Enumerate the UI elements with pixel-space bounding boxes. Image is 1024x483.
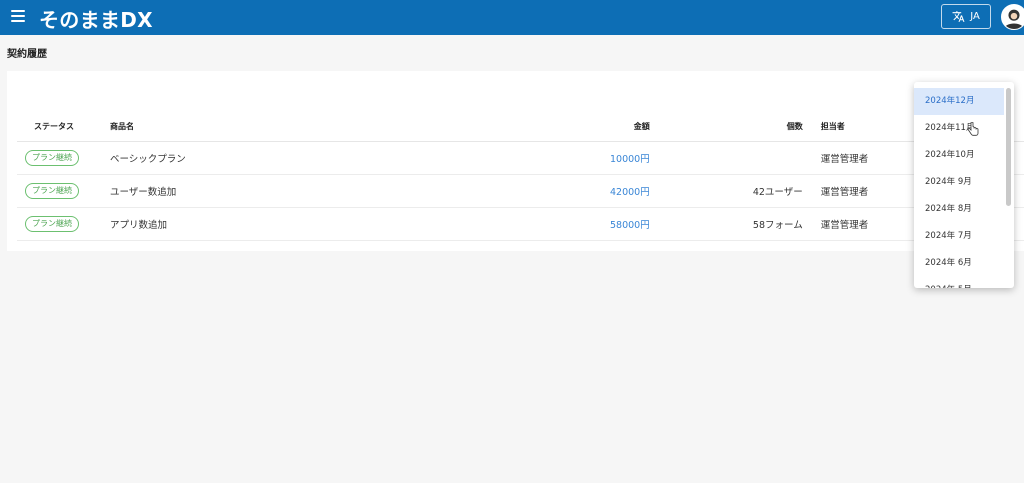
month-option[interactable]: 2024年10月: [914, 142, 1004, 169]
user-avatar[interactable]: [1001, 4, 1024, 30]
product-name: ユーザー数追加: [107, 174, 610, 208]
translate-icon: [952, 11, 965, 22]
status-badge: プラン継続: [25, 183, 79, 199]
table-row[interactable]: プラン継続 ベーシックプラン 10000円 運営管理者 2024: [17, 141, 1024, 175]
table-header-row: ステータス 商品名 金額 個数 担当者: [17, 111, 1024, 142]
language-label: JA: [970, 11, 980, 22]
amount-link[interactable]: 58000円: [610, 220, 650, 231]
header-amount: 金額: [610, 111, 657, 142]
amount-link[interactable]: 42000円: [610, 187, 650, 198]
quantity: 42ユーザー: [656, 174, 815, 208]
month-option[interactable]: 2024年12月: [914, 88, 1004, 115]
language-button[interactable]: JA: [941, 4, 991, 29]
status-badge: プラン継続: [25, 216, 79, 232]
app-bar: そのままDX JA: [0, 0, 1024, 35]
menu-icon[interactable]: [11, 10, 25, 22]
dropdown-scrollbar[interactable]: [1006, 88, 1011, 206]
header-status: ステータス: [17, 111, 107, 142]
table-row[interactable]: プラン継続 アプリ数追加 58000円 58フォーム 運営管理者 2024: [17, 207, 1024, 241]
month-option[interactable]: 2024年 8月: [914, 196, 1004, 223]
product-name: アプリ数追加: [107, 207, 610, 241]
status-badge: プラン継続: [25, 150, 79, 166]
amount-link[interactable]: 10000円: [610, 154, 650, 165]
month-dropdown[interactable]: 2024年12月 2024年11月 2024年10月 2024年 9月 2024…: [914, 82, 1014, 288]
table-row[interactable]: プラン継続 ユーザー数追加 42000円 42ユーザー 運営管理者 2024: [17, 174, 1024, 208]
month-option[interactable]: 2024年 7月: [914, 223, 1004, 250]
brand-logo[interactable]: そのままDX: [39, 4, 153, 33]
hand-cursor-icon: [967, 122, 979, 136]
month-list: 2024年12月 2024年11月 2024年10月 2024年 9月 2024…: [914, 82, 1014, 288]
month-option[interactable]: 2024年 6月: [914, 250, 1004, 277]
month-option[interactable]: 2024年 9月: [914, 169, 1004, 196]
quantity: [656, 141, 815, 175]
contract-history-card: ステータス 商品名 金額 個数 担当者 プラン継続 ベーシックプラン 10000…: [7, 71, 1024, 251]
contract-table: ステータス 商品名 金額 個数 担当者 プラン継続 ベーシックプラン 10000…: [17, 111, 1024, 241]
month-option[interactable]: 2024年 5月: [914, 277, 1004, 288]
product-name: ベーシックプラン: [107, 141, 610, 175]
month-option[interactable]: 2024年11月: [914, 115, 1004, 142]
page-title: 契約履歴: [7, 49, 47, 60]
quantity: 58フォーム: [656, 207, 815, 241]
avatar-icon: [1003, 9, 1024, 29]
header-name: 商品名: [107, 111, 610, 142]
header-qty: 個数: [656, 111, 815, 142]
